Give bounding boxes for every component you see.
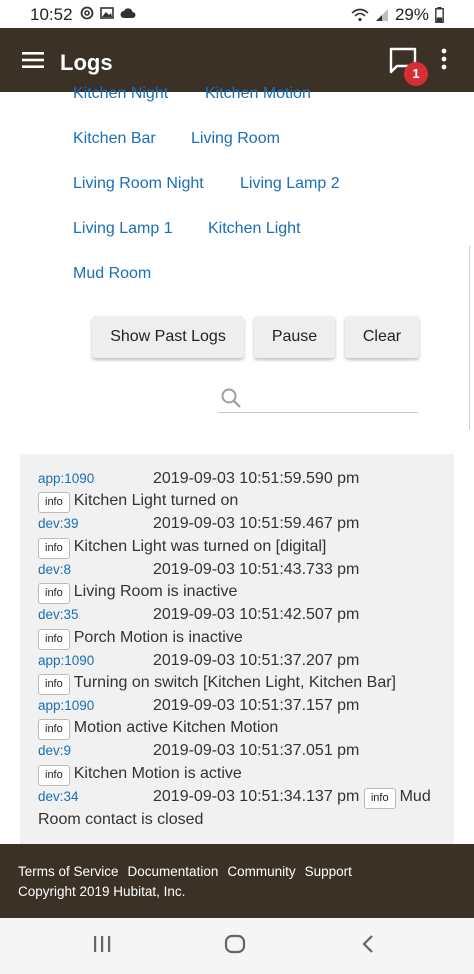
back-icon[interactable] — [360, 934, 376, 954]
log-entry: dev:8 2019-09-03 10:51:43.733 pm info Livin… — [38, 559, 436, 605]
log-message: Kitchen Light was turned on [digital] — [73, 537, 327, 555]
notification-badge[interactable]: 1 — [404, 62, 428, 86]
recent-apps-icon[interactable] — [92, 934, 112, 954]
battery-percent: 29% — [394, 5, 429, 24]
more-vert-icon[interactable] — [440, 48, 448, 70]
footer-copyright: Copyright 2019 Hubitat, Inc. — [18, 884, 186, 899]
log-list: app:1090 2019-09-03 10:51:59.590 pm info Ki… — [38, 468, 436, 831]
log-message: Kitchen Motion is active — [73, 764, 242, 782]
footer-link-terms[interactable]: Terms of Service — [18, 864, 119, 879]
device-link[interactable]: Living Lamp 2 — [240, 175, 340, 193]
log-timestamp: 2019-09-03 10:51:37.157 pm — [153, 697, 360, 715]
log-timestamp: 2019-09-03 10:51:37.207 pm — [153, 651, 360, 669]
cloud-icon — [120, 8, 136, 18]
log-source-link[interactable]: dev:39 — [38, 513, 153, 535]
footer: Terms of Service Documentation Community… — [0, 844, 474, 918]
log-source-link[interactable]: app:1090 — [38, 695, 153, 717]
device-link[interactable]: Mud Room — [73, 265, 151, 283]
device-link[interactable]: Kitchen Night — [73, 85, 168, 103]
system-nav-bar — [0, 918, 474, 974]
search-icon — [221, 388, 241, 408]
log-message: Motion active Kitchen Motion — [73, 719, 279, 737]
log-level-badge: info — [38, 537, 70, 559]
signal-icon — [375, 9, 388, 21]
home-icon[interactable] — [224, 934, 246, 954]
status-bar: 10:52 29% — [0, 0, 474, 28]
log-message: Porch Motion is inactive — [73, 628, 243, 646]
log-entry: dev:35 2019-09-03 10:51:42.507 pm info Porc… — [38, 604, 436, 650]
log-level-badge: info — [38, 628, 70, 650]
log-timestamp: 2019-09-03 10:51:37.051 pm — [153, 742, 360, 760]
search-input[interactable] — [248, 386, 418, 412]
log-level-badge: info — [363, 787, 396, 809]
log-entry: app:1090 2019-09-03 10:51:37.207 pm info Tu… — [38, 650, 436, 696]
status-time: 10:52 — [30, 5, 73, 24]
log-level-badge: info — [38, 719, 70, 741]
log-entry: dev:34 2019-09-03 10:51:34.137 pm info Mud… — [38, 786, 436, 831]
log-timestamp: 2019-09-03 10:51:59.590 pm — [153, 470, 360, 487]
log-level-badge: info — [38, 492, 70, 514]
wifi-icon — [351, 8, 369, 22]
device-link[interactable]: Living Room — [191, 130, 280, 148]
log-entry: dev:39 2019-09-03 10:51:59.467 pm info Kitc… — [38, 513, 436, 559]
app-bar: Logs 1 — [0, 28, 474, 92]
footer-link-community[interactable]: Community — [227, 864, 295, 879]
menu-icon[interactable] — [22, 52, 44, 68]
log-source-link[interactable]: dev:34 — [38, 786, 153, 808]
log-message: Kitchen Light turned on — [73, 492, 239, 510]
page-title: Logs — [60, 50, 113, 75]
log-timestamp: 2019-09-03 10:51:59.467 pm — [153, 515, 360, 533]
show-past-logs-button[interactable]: Show Past Logs — [92, 316, 244, 358]
log-source-link[interactable]: dev:35 — [38, 604, 153, 626]
log-level-badge: info — [38, 764, 70, 786]
log-entry: app:1090 2019-09-03 10:51:59.590 pm info Ki… — [38, 468, 436, 514]
log-level-badge: info — [38, 674, 70, 696]
log-level-badge: info — [38, 583, 70, 605]
log-source-link[interactable]: dev:9 — [38, 740, 153, 762]
pause-button[interactable]: Pause — [254, 316, 335, 358]
log-message: Turning on switch [Kitchen Light, Kitche… — [73, 674, 396, 692]
footer-link-documentation[interactable]: Documentation — [128, 864, 219, 879]
footer-link-support[interactable]: Support — [305, 864, 352, 879]
log-entry: dev:9 2019-09-03 10:51:37.051 pm info Kitch… — [38, 740, 436, 786]
log-entry: app:1090 2019-09-03 10:51:37.157 pm info Mo… — [38, 695, 436, 741]
device-link[interactable]: Kitchen Light — [208, 220, 301, 238]
log-timestamp: 2019-09-03 10:51:42.507 pm — [153, 606, 360, 624]
device-link[interactable]: Kitchen Motion — [205, 85, 311, 103]
device-link[interactable]: Kitchen Bar — [73, 130, 156, 148]
log-timestamp: 2019-09-03 10:51:43.733 pm — [153, 560, 360, 578]
log-source-link[interactable]: app:1090 — [38, 468, 153, 490]
image-icon — [100, 7, 114, 19]
battery-icon — [435, 7, 444, 23]
log-timestamp: 2019-09-03 10:51:34.137 pm — [153, 787, 360, 805]
scroll-handle[interactable] — [469, 245, 474, 431]
device-link[interactable]: Living Room Night — [73, 175, 204, 193]
log-source-link[interactable]: app:1090 — [38, 650, 153, 672]
log-search — [218, 386, 418, 413]
log-message: Living Room is inactive — [73, 583, 238, 601]
clear-button[interactable]: Clear — [345, 316, 419, 358]
log-panel: app:1090 2019-09-03 10:51:59.590 pm info Ki… — [20, 454, 454, 844]
log-source-link[interactable]: dev:8 — [38, 559, 153, 581]
device-link[interactable]: Living Lamp 1 — [73, 220, 173, 238]
threads-icon — [80, 6, 94, 20]
